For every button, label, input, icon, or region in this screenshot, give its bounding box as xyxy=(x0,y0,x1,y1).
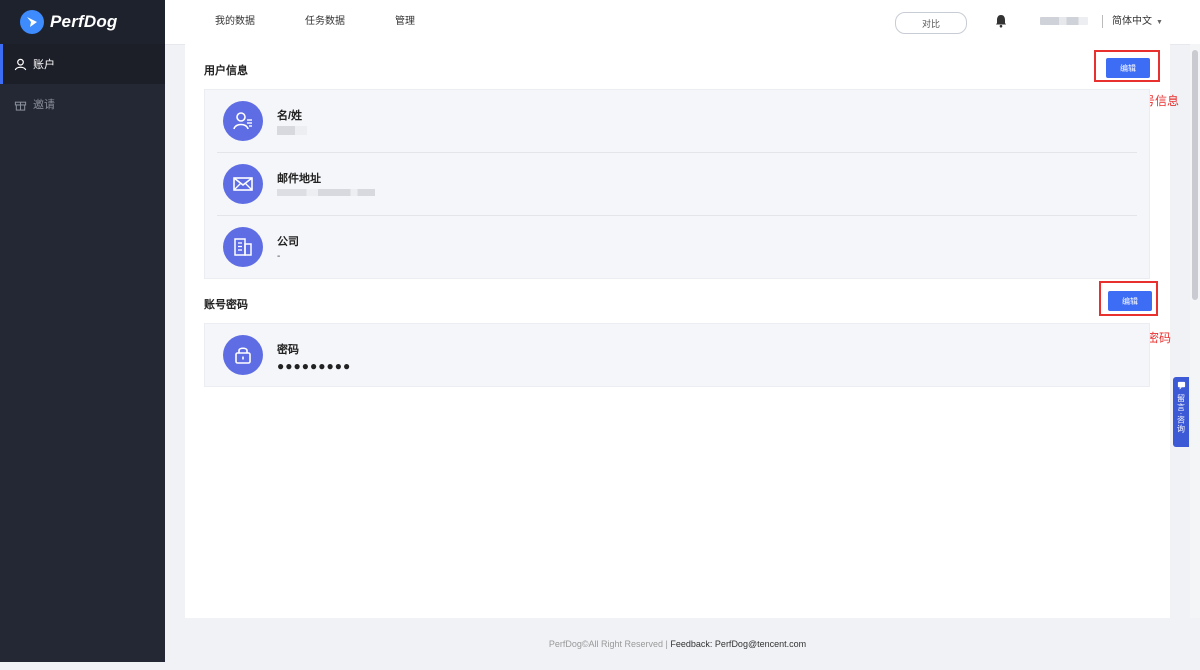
tab-task-data[interactable]: 任务数据 xyxy=(305,0,345,44)
sidebar-item-invite[interactable]: 邀请 xyxy=(0,84,165,124)
info-label: 公司 xyxy=(277,236,299,248)
logo[interactable]: PerfDog xyxy=(0,0,165,44)
feedback-consult-tab[interactable]: 留言·咨询 xyxy=(1173,377,1189,447)
annotation-highlight-box xyxy=(1099,281,1158,316)
footer-copyright: PerfDog©All Right Reserved | xyxy=(548,639,671,649)
info-label: 邮件地址 xyxy=(277,173,321,185)
email-value xyxy=(277,189,375,196)
username[interactable] xyxy=(1040,17,1088,25)
bell-icon[interactable] xyxy=(995,14,1007,28)
caret-down-icon: ▼ xyxy=(1156,19,1163,26)
language-label: 简体中文 xyxy=(1112,16,1152,27)
user-info-title: 用户信息 xyxy=(204,65,248,77)
annotation-highlight-box xyxy=(1094,50,1160,82)
sidebar: PerfDog 账户 邀请 xyxy=(0,0,165,662)
lock-icon xyxy=(223,335,263,375)
gift-icon xyxy=(14,101,27,111)
sidebar-item-label: 邀请 xyxy=(33,99,55,111)
chat-icon xyxy=(1177,381,1185,390)
mail-icon xyxy=(223,164,263,204)
name-value xyxy=(277,126,307,135)
password-panel: 密码 ●●●●●●●●● xyxy=(204,323,1150,387)
info-row-company: 公司 - xyxy=(217,216,1137,278)
scrollbar-thumb[interactable] xyxy=(1192,50,1198,300)
info-row-name: 名/姓 xyxy=(217,90,1137,153)
building-icon xyxy=(223,227,263,267)
top-navbar: 我的数据 任务数据 管理 对比 简体中文 ▼ xyxy=(165,0,1200,45)
compare-button[interactable]: 对比 xyxy=(895,12,967,34)
feedback-tab-label: 留言·咨询 xyxy=(1176,394,1186,434)
footer: PerfDog©All Right Reserved | Feedback: P… xyxy=(165,618,1190,662)
info-label: 名/姓 xyxy=(277,110,303,122)
info-row-password: 密码 ●●●●●●●●● xyxy=(217,324,1137,386)
user-icon xyxy=(14,58,27,70)
account-content: 用户信息 编辑 点击后，可编辑账号信息 名/姓 xyxy=(185,44,1179,618)
account-password-title: 账号密码 xyxy=(204,299,248,311)
tab-my-data[interactable]: 我的数据 xyxy=(215,0,255,44)
language-selector[interactable]: 简体中文 ▼ xyxy=(1112,0,1163,44)
perfdog-logo-icon xyxy=(20,10,44,34)
footer-feedback: Feedback: PerfDog@tencent.com xyxy=(670,639,807,649)
user-info-panel: 名/姓 邮件地址 公司 - xyxy=(204,89,1150,279)
info-row-email: 邮件地址 xyxy=(217,153,1137,216)
password-value: ●●●●●●●●● xyxy=(277,359,352,373)
sidebar-item-account[interactable]: 账户 xyxy=(0,44,165,84)
divider xyxy=(1102,15,1103,28)
tab-manage[interactable]: 管理 xyxy=(395,0,415,44)
company-value: - xyxy=(277,251,281,262)
sidebar-item-label: 账户 xyxy=(33,59,55,71)
brand-name: PerfDog xyxy=(50,12,118,31)
info-label: 密码 xyxy=(277,344,299,356)
user-card-icon xyxy=(223,101,263,141)
